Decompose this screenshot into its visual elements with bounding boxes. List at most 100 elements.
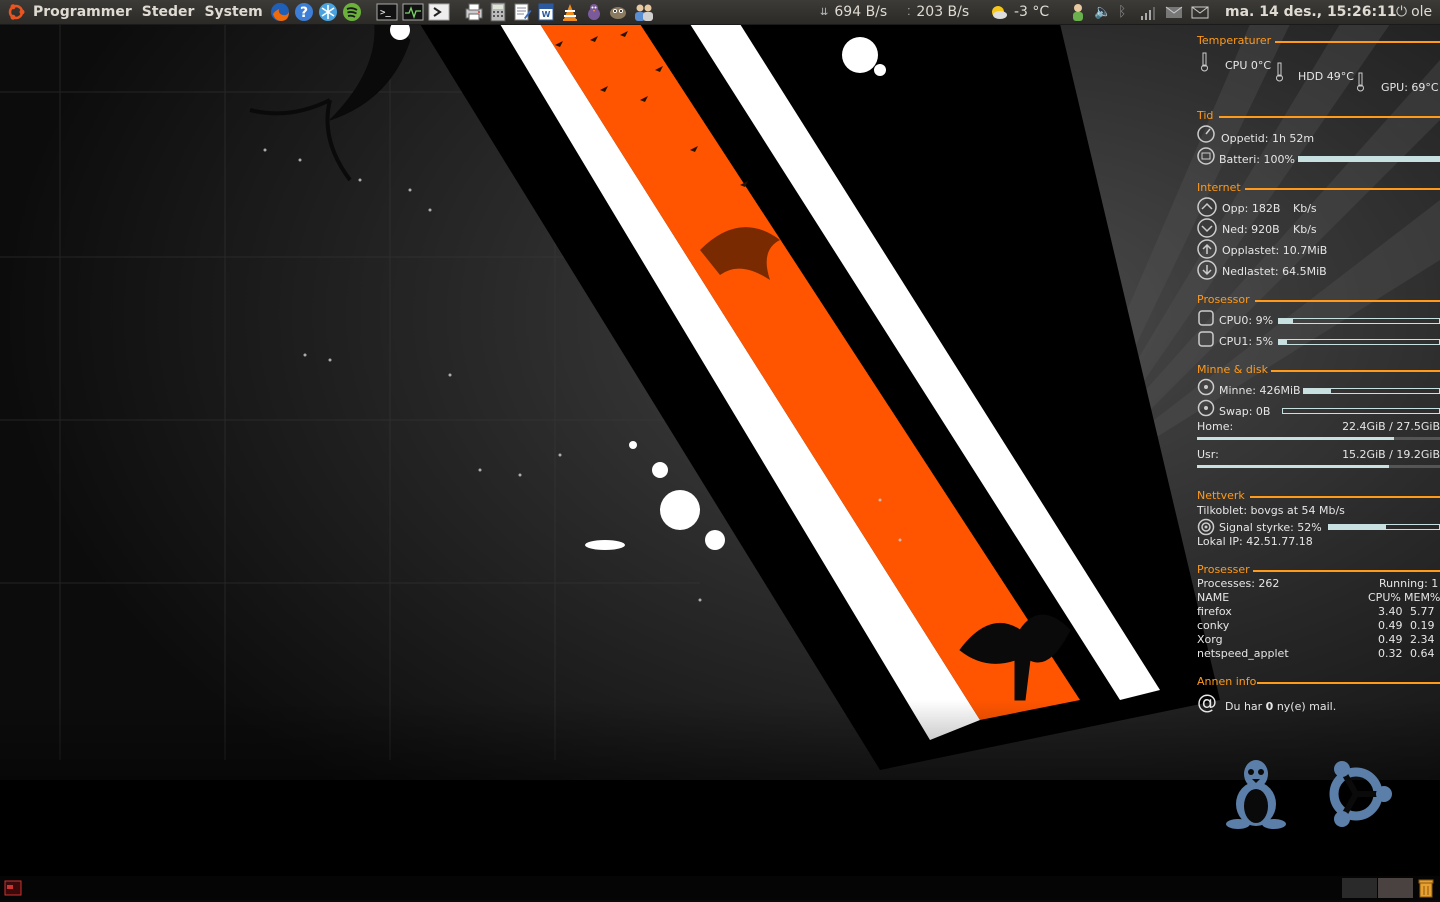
gimp-icon[interactable] [608, 2, 628, 22]
mail-prefix: Du har [1225, 700, 1266, 713]
swap-usage: Swap: 0B [1219, 405, 1271, 418]
menu-places[interactable]: Steder [137, 4, 200, 20]
memory-bar-fill [1304, 389, 1331, 393]
process-name: netspeed_applet [1197, 647, 1289, 660]
text-editor-icon[interactable] [512, 2, 532, 22]
uploaded-total-icon [1197, 239, 1217, 259]
user-status-icon[interactable] [1068, 2, 1088, 22]
usr-disk-label: Usr: [1197, 448, 1219, 461]
hdd-temperature: HDD 49°C [1298, 70, 1354, 83]
workspace-1[interactable] [1342, 878, 1377, 898]
firefox-icon[interactable] [270, 2, 290, 22]
memory-bar [1303, 388, 1440, 394]
network-header: Nettverk [1197, 489, 1245, 502]
svg-text:>_: >_ [380, 8, 391, 18]
pidgin-icon[interactable] [584, 2, 604, 22]
process-running: Running: 1 [1379, 577, 1439, 590]
process-col-name: NAME [1197, 591, 1230, 604]
process-cpu: 0.49 [1378, 619, 1403, 632]
trash-icon[interactable] [1416, 878, 1436, 898]
mail-suffix: ny(e) mail. [1273, 700, 1337, 713]
signal-bar-fill [1329, 525, 1387, 529]
workspace-2[interactable] [1378, 878, 1413, 898]
bluetooth-icon[interactable]: ᛒ [1118, 4, 1134, 20]
netspeed-applet[interactable]: ⇊ 694 B/s ⁚ 203 B/s [820, 0, 969, 24]
net-up-speed: 203 B/s [916, 4, 970, 20]
process-col-mem: MEM% [1404, 591, 1440, 604]
svg-text:?: ? [300, 5, 308, 21]
process-mem: 0.19 [1410, 619, 1435, 632]
downloaded-total-icon [1197, 260, 1217, 280]
ubuntu-logo-icon[interactable] [6, 2, 26, 22]
signal-strength: Signal styrke: 52% [1219, 521, 1322, 534]
processor-header: Prosessor [1197, 293, 1250, 306]
cpu-temperature: CPU 0°C [1225, 59, 1272, 72]
vlc-icon[interactable] [560, 2, 580, 22]
process-mem: 2.34 [1410, 633, 1435, 646]
wifi-signal-icon [1197, 518, 1215, 536]
mail-at-icon: @ [1197, 690, 1217, 714]
messages-icon[interactable] [1190, 2, 1210, 22]
indicator-area: 🔈 ᛒ [1068, 0, 1222, 24]
clock[interactable]: ma. 14 des., 15:26:11 [1225, 0, 1397, 24]
internet-header: Internet [1197, 181, 1241, 194]
upload-arrow-icon [1197, 197, 1217, 217]
show-desktop-icon[interactable] [4, 880, 22, 896]
system-monitor-icon[interactable] [402, 2, 424, 22]
local-ip: Lokal IP: 42.51.77.18 [1197, 535, 1313, 548]
session-user: ole [1411, 4, 1433, 20]
terminal-icon[interactable]: >_ [376, 2, 398, 22]
bottom-panel [0, 876, 1440, 900]
process-name: firefox [1197, 605, 1232, 618]
menu-system[interactable]: System [199, 4, 267, 20]
swap-icon [1197, 399, 1215, 417]
process-count: Processes: 262 [1197, 577, 1280, 590]
session-menu[interactable]: ⏻ ole [1396, 0, 1432, 24]
calculator-icon[interactable] [488, 2, 508, 22]
ubuntu-logo [1318, 756, 1394, 832]
battery-status: Batteri: 100% [1219, 153, 1295, 166]
process-cpu: 0.32 [1378, 647, 1403, 660]
download-speed-unit: Kb/s [1293, 223, 1317, 236]
clock-datetime: ma. 14 des., 15:26:11 [1225, 4, 1397, 20]
snowflake-icon[interactable] [318, 2, 338, 22]
cpu1-bar [1278, 339, 1440, 345]
cpu-chip-icon [1197, 309, 1214, 326]
usr-disk-bar [1197, 465, 1440, 468]
upload-speed: Opp: 182B [1222, 202, 1281, 215]
thermometer-icon [1272, 62, 1288, 82]
writer-icon[interactable]: W [536, 2, 556, 22]
help-icon[interactable]: ? [294, 2, 314, 22]
svg-text:W: W [541, 10, 550, 19]
swap-bar [1282, 408, 1440, 414]
menu-applications[interactable]: Programmer [28, 4, 137, 20]
volume-icon[interactable]: 🔈 [1094, 4, 1114, 20]
network-signal-icon[interactable] [1138, 2, 1158, 22]
spotify-icon[interactable] [342, 2, 362, 22]
printer-icon[interactable] [464, 2, 484, 22]
clock-icon [1197, 125, 1215, 143]
cpu0-bar-fill [1279, 319, 1294, 323]
temperature-divider [1275, 41, 1440, 43]
weather-applet[interactable]: -3 °C [988, 0, 1049, 24]
mail-icon[interactable] [1164, 2, 1184, 22]
thermometer-icon [1353, 72, 1369, 92]
home-disk-bar [1197, 437, 1440, 440]
battery-bar-fill [1299, 157, 1439, 161]
download-speed: Ned: 920B [1222, 223, 1280, 236]
power-icon: ⏻ [1396, 4, 1408, 20]
memory-header: Minne & disk [1197, 363, 1268, 376]
cpu1-usage: CPU1: 5% [1219, 335, 1274, 348]
memory-divider [1271, 370, 1440, 372]
weather-sun-icon [988, 2, 1008, 22]
process-name: Xorg [1197, 633, 1223, 646]
run-icon[interactable] [428, 2, 450, 22]
arrow-down-icon: ⇊ [820, 6, 829, 18]
users-icon[interactable] [632, 2, 656, 22]
process-col-cpu: CPU% [1368, 591, 1401, 604]
processes-header: Prosesser [1197, 563, 1250, 576]
time-divider [1219, 116, 1440, 118]
top-panel: Programmer Steder System ? >_ W ⇊ 694 B/… [0, 0, 1440, 25]
network-divider [1250, 496, 1440, 498]
memory-icon [1197, 378, 1215, 396]
